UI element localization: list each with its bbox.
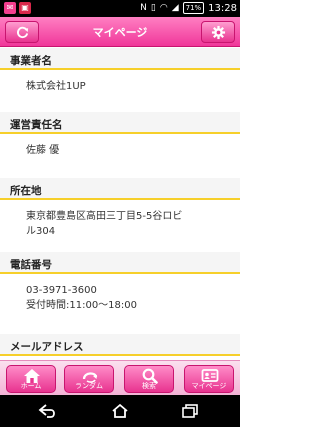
section-heading: メールアドレス [0,334,240,356]
wifi-icon: ◠ [159,3,168,13]
tab-label: マイページ [191,382,227,390]
recent-apps-icon[interactable] [180,403,200,419]
bottom-tab-bar: ホーム ランダム 検索 マイページ [0,360,240,395]
address-line: 東京都豊島区高田三丁目5-5谷ロビ [26,211,183,222]
section-heading: 電話番号 [0,252,240,274]
section-body: 佐藤 優 [0,134,240,178]
signal-icon: ◢ [171,3,179,13]
tab-label: ホーム [20,382,42,390]
section-body: 株式会社1UP [0,70,240,112]
nfc-icon: N [140,3,147,13]
section-body: 03-3971-3600 受付時間:11:00～18:00 [0,274,240,334]
back-icon[interactable] [38,403,58,419]
tab-search[interactable]: 検索 [124,365,174,393]
address-line: ル304 [26,226,56,237]
notification-icon: ▣ [19,2,31,14]
section-heading: 運営責任名 [0,112,240,134]
section-manager: 運営責任名 佐藤 優 [0,112,240,178]
app-header: マイページ [0,17,240,47]
business-hours: 受付時間:11:00～18:00 [26,300,138,311]
section-heading: 所在地 [0,178,240,200]
mail-icon: ✉ [4,2,16,14]
status-bar: ✉ ▣ N ▯ ◠ ◢ 71% 13:28 [0,0,240,17]
tab-random[interactable]: ランダム [64,365,114,393]
company-name: 株式会社1UP [26,81,86,92]
company-info-list[interactable]: 事業者名 株式会社1UP 運営責任名 佐藤 優 所在地 東京都豊島区高田三丁目5… [0,48,240,360]
home-nav-icon[interactable] [110,403,130,419]
manager-name: 佐藤 優 [26,145,60,156]
clock: 13:28 [208,2,237,14]
battery-level: 71% [185,4,202,12]
section-address: 所在地 東京都豊島区高田三丁目5-5谷ロビ ル304 [0,178,240,252]
section-company-name: 事業者名 株式会社1UP [0,48,240,112]
battery-icon: 71% [182,2,205,14]
gear-icon [211,25,226,40]
tab-mypage[interactable]: マイページ [184,365,234,393]
tab-home[interactable]: ホーム [6,365,56,393]
section-body: 東京都豊島区高田三丁目5-5谷ロビ ル304 [0,200,240,252]
vibrate-icon: ▯ [150,3,156,13]
settings-button[interactable] [201,21,235,43]
section-phone: 電話番号 03-3971-3600 受付時間:11:00～18:00 [0,252,240,334]
section-email: メールアドレス [0,334,240,356]
tab-label: ランダム [75,382,103,390]
section-heading: 事業者名 [0,48,240,70]
tab-label: 検索 [142,382,156,390]
system-nav-bar [0,395,240,427]
phone-number: 03-3971-3600 [26,285,97,296]
